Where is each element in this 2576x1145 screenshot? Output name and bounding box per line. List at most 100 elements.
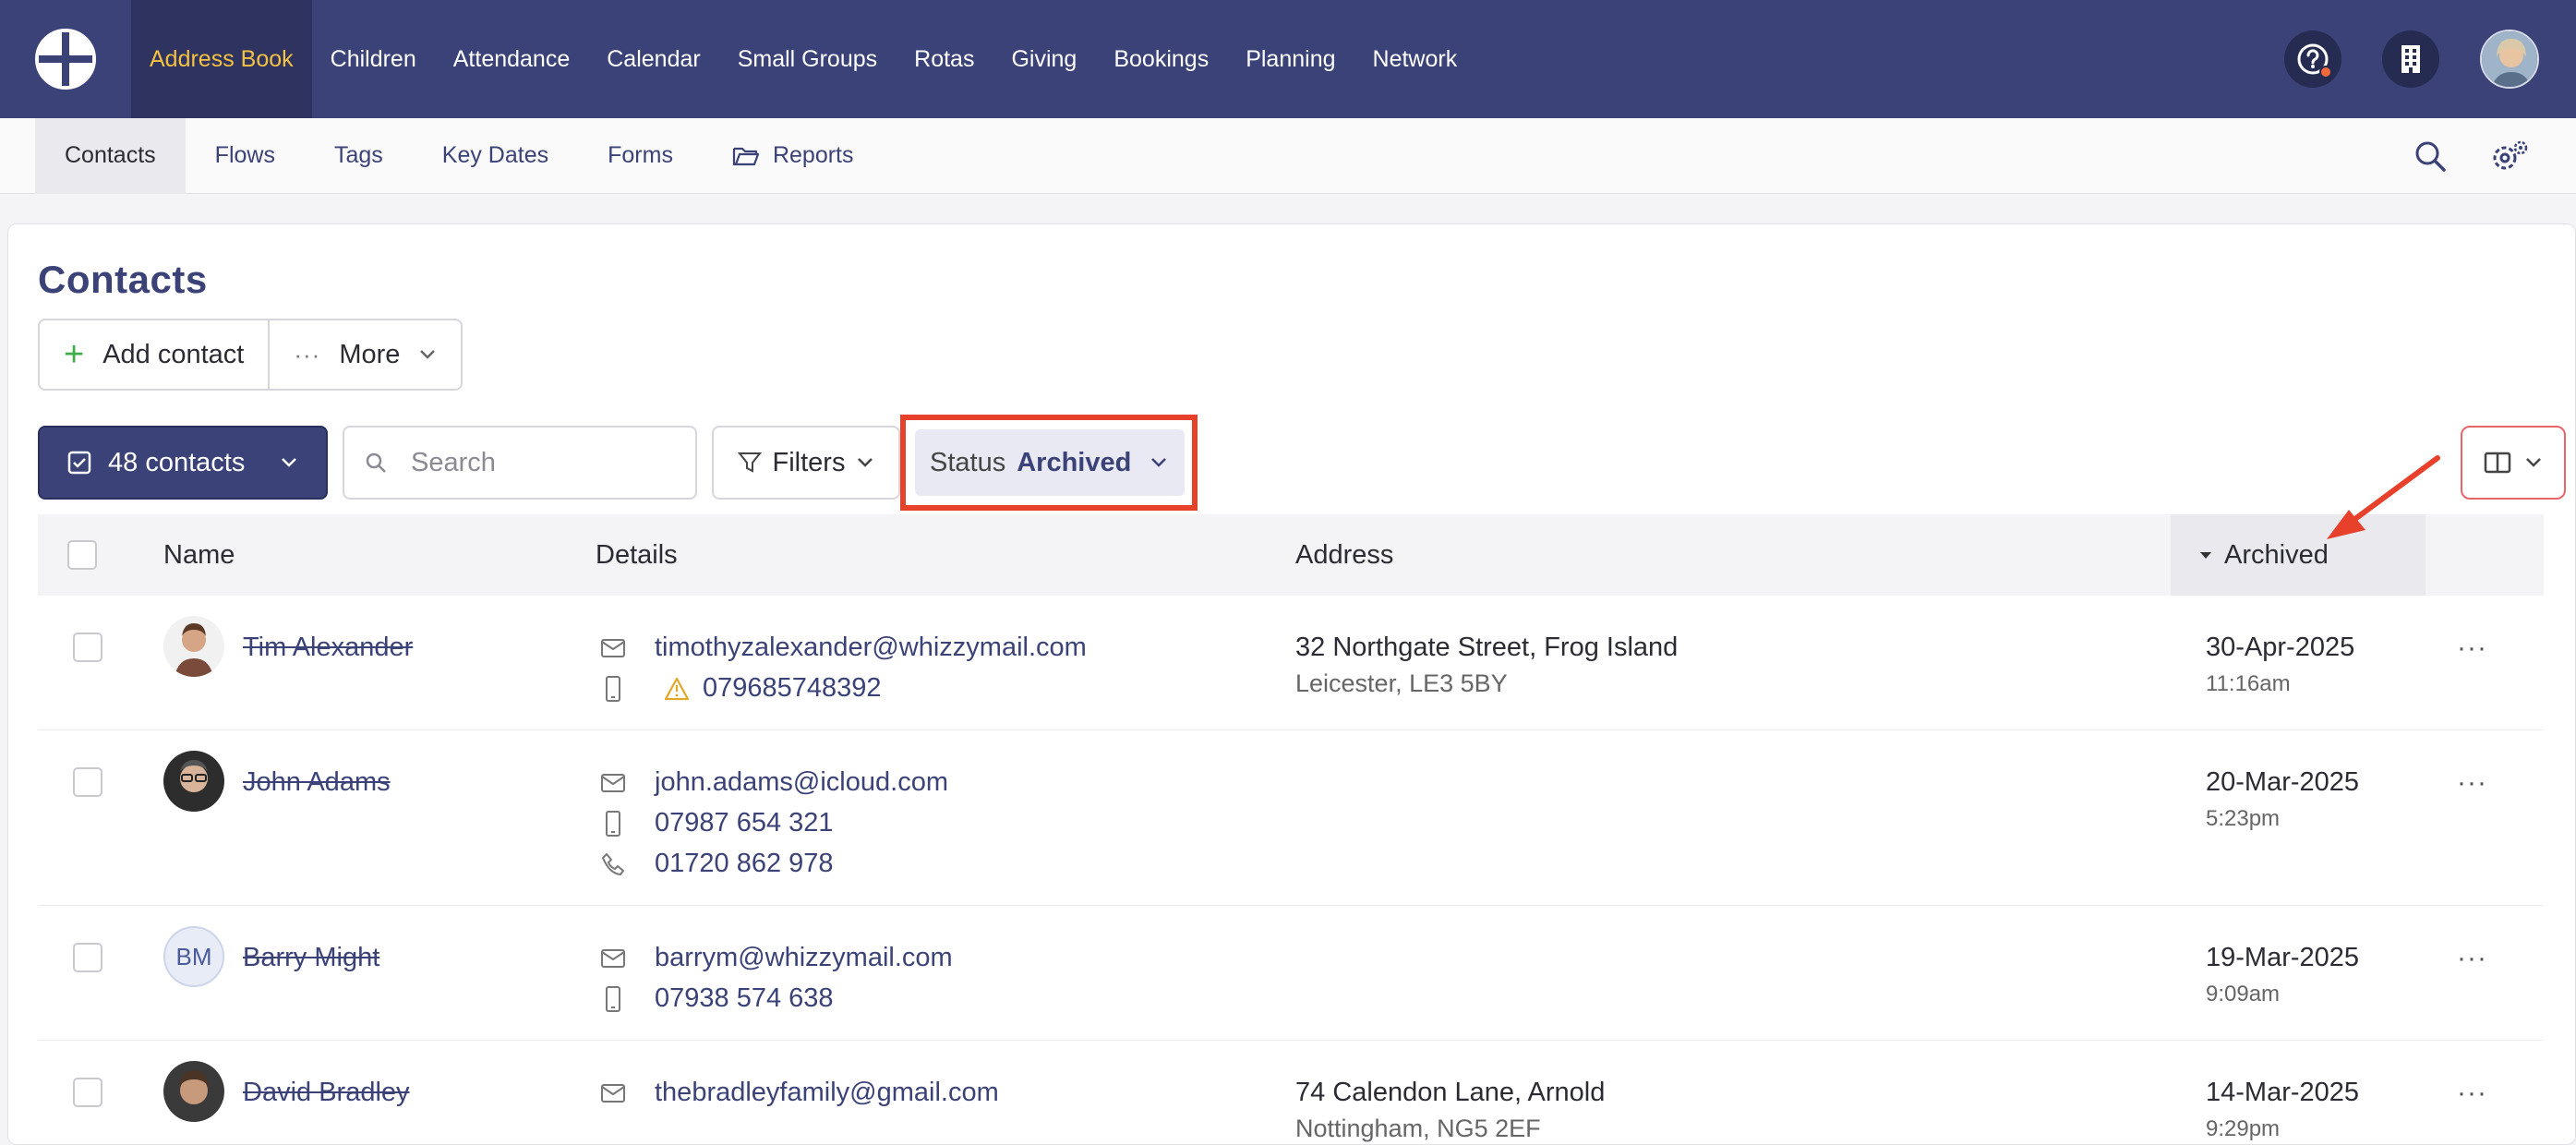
table-row[interactable]: David Bradley thebradleyfamily@gmail.com… <box>38 1041 2544 1145</box>
contact-name-link[interactable]: David Bradley <box>243 1078 410 1108</box>
status-filter-button[interactable]: Status Archived <box>915 429 1185 496</box>
warning-icon <box>664 677 690 700</box>
nav-giving[interactable]: Giving <box>993 0 1095 118</box>
mail-icon <box>601 1083 625 1103</box>
row-menu-button[interactable]: ··· <box>2457 767 2487 799</box>
user-avatar[interactable] <box>2480 30 2539 89</box>
avatar <box>163 751 224 812</box>
nav-planning[interactable]: Planning <box>1227 0 1354 118</box>
mobile-link[interactable]: 07987 654 321 <box>655 808 834 838</box>
nav-small-groups[interactable]: Small Groups <box>719 0 896 118</box>
phone-link[interactable]: 01720 862 978 <box>655 849 834 879</box>
column-header-address[interactable]: Address <box>1295 514 1393 596</box>
mobile-link[interactable]: 079685748392 <box>703 673 882 704</box>
archived-time: 11:16am <box>2206 671 2291 696</box>
address-line-1: 74 Calendon Lane, Arnold <box>1295 1078 1606 1107</box>
ellipsis-icon: ··· <box>294 340 321 368</box>
select-contacts-button[interactable]: 48 contacts <box>38 426 328 500</box>
search-icon[interactable] <box>2413 139 2447 173</box>
email-link[interactable]: john.adams@icloud.com <box>655 767 948 798</box>
mobile-icon <box>606 675 620 702</box>
email-link[interactable]: barrym@whizzymail.com <box>655 943 953 973</box>
action-button-group: + Add contact ··· More <box>38 319 463 391</box>
address-line-2: Nottingham, NG5 2EF <box>1295 1115 1541 1142</box>
row-checkbox[interactable] <box>73 1078 102 1107</box>
avatar <box>163 616 224 677</box>
mobile-line: 07987 654 321 <box>599 808 834 838</box>
row-menu-button[interactable]: ··· <box>2457 633 2487 664</box>
notification-dot <box>2319 66 2332 78</box>
archived-date: 19-Mar-2025 <box>2206 943 2360 972</box>
avatar-initials: BM <box>163 926 224 987</box>
table-row[interactable]: John Adams john.adams@icloud.com 07987 6… <box>38 730 2544 906</box>
more-button[interactable]: ··· More <box>268 320 461 389</box>
sort-desc-icon <box>2200 552 2211 559</box>
row-checkbox[interactable] <box>73 767 102 797</box>
column-header-name[interactable]: Name <box>163 514 235 596</box>
archived-time: 9:29pm <box>2206 1116 2281 1141</box>
row-menu-button[interactable]: ··· <box>2457 943 2487 974</box>
tab-reports-label: Reports <box>772 142 854 168</box>
status-label: Status <box>930 447 1006 477</box>
contact-name-link[interactable]: Barry Might <box>243 943 379 973</box>
list-toolbar: 48 contacts Search Filters Status Archiv… <box>38 415 2568 511</box>
select-all-checkbox[interactable] <box>67 540 97 570</box>
row-menu-button[interactable]: ··· <box>2457 1078 2487 1109</box>
mobile-icon <box>606 985 620 1012</box>
nav-rotas[interactable]: Rotas <box>896 0 993 118</box>
mobile-line: 07938 574 638 <box>599 983 834 1014</box>
page-title: Contacts <box>38 258 208 301</box>
search-input[interactable]: Search <box>343 426 697 500</box>
chevron-down-icon <box>420 350 436 359</box>
nav-calendar[interactable]: Calendar <box>588 0 718 118</box>
sub-nav: Contacts Flows Tags Key Dates Forms Repo… <box>0 117 2576 194</box>
add-contact-button[interactable]: + Add contact <box>40 320 268 389</box>
tab-tags[interactable]: Tags <box>305 118 413 194</box>
plus-icon: + <box>64 335 85 374</box>
contacts-panel: Contacts + Add contact ··· More 48 conta… <box>7 223 2576 1145</box>
tab-flows[interactable]: Flows <box>186 118 305 194</box>
row-checkbox[interactable] <box>73 943 102 972</box>
tab-forms[interactable]: Forms <box>578 118 703 194</box>
nav-bookings[interactable]: Bookings <box>1095 0 1227 118</box>
email-link[interactable]: thebradleyfamily@gmail.com <box>655 1078 999 1108</box>
nav-network[interactable]: Network <box>1354 0 1476 118</box>
contact-count: 48 contacts <box>108 447 246 477</box>
table-header: Name Details Address Archived <box>38 514 2544 596</box>
chevron-down-icon <box>858 458 873 467</box>
folder-open-icon <box>732 147 760 165</box>
checkbox-checked-icon <box>67 451 91 475</box>
tab-reports[interactable]: Reports <box>703 118 884 194</box>
mail-icon <box>601 773 625 792</box>
tab-contacts[interactable]: Contacts <box>35 117 186 194</box>
help-button[interactable] <box>2284 30 2341 88</box>
contact-name-link[interactable]: John Adams <box>243 767 391 798</box>
phone-line: 01720 862 978 <box>599 849 834 879</box>
contact-name-link[interactable]: Tim Alexander <box>243 633 413 663</box>
filter-icon <box>737 452 762 473</box>
chevron-down-icon <box>2526 458 2541 467</box>
archived-time: 5:23pm <box>2206 806 2281 831</box>
nav-attendance[interactable]: Attendance <box>435 0 589 118</box>
search-icon <box>366 452 386 473</box>
columns-button[interactable] <box>2461 426 2566 500</box>
settings-icon[interactable] <box>2491 139 2530 174</box>
tab-key-dates[interactable]: Key Dates <box>413 118 578 194</box>
filters-button[interactable]: Filters <box>712 426 900 500</box>
building-icon <box>2401 45 2420 73</box>
mobile-line: 079685748392 <box>599 673 882 704</box>
search-placeholder: Search <box>411 447 496 477</box>
row-checkbox[interactable] <box>73 633 102 662</box>
more-label: More <box>339 339 401 369</box>
chevron-down-icon <box>1151 458 1167 467</box>
archived-date: 30-Apr-2025 <box>2206 633 2355 662</box>
status-value: Archived <box>1017 447 1132 477</box>
email-link[interactable]: timothyzalexander@whizzymail.com <box>655 633 1087 663</box>
app-logo-icon[interactable] <box>0 0 131 118</box>
organisation-button[interactable] <box>2382 30 2439 88</box>
mobile-link[interactable]: 07938 574 638 <box>655 983 834 1014</box>
nav-address-book[interactable]: Address Book <box>131 0 312 118</box>
table-row[interactable]: BM Barry Might barrym@whizzymail.com 079… <box>38 906 2544 1041</box>
nav-children[interactable]: Children <box>312 0 435 118</box>
table-row[interactable]: Tim Alexander timothyzalexander@whizzyma… <box>38 596 2544 730</box>
